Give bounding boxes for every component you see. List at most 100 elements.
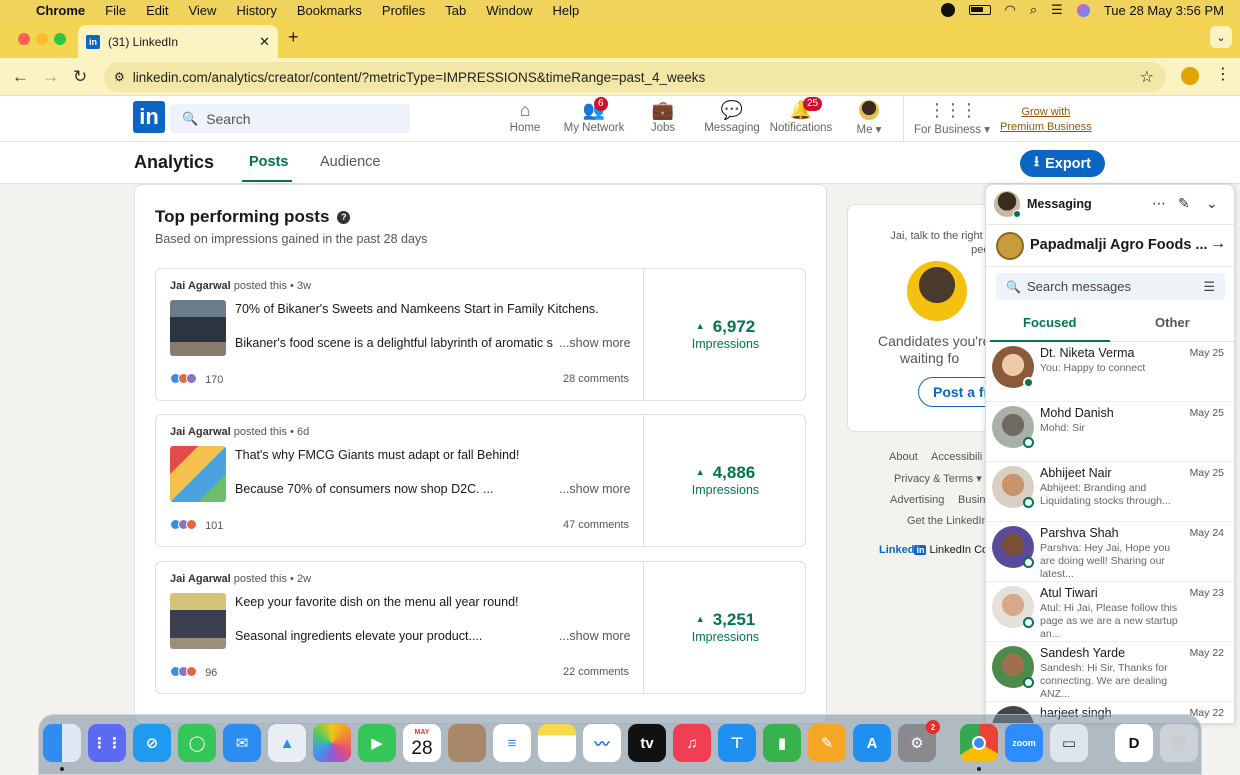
freeform-icon[interactable]: 〰 <box>583 724 621 762</box>
chrome-icon[interactable] <box>960 724 998 762</box>
menu-history[interactable]: History <box>236 3 276 18</box>
back-arrow-icon[interactable]: ← <box>12 67 29 87</box>
menu-help[interactable]: Help <box>553 3 580 18</box>
nav-home[interactable]: ⌂ Home <box>507 100 543 134</box>
address-bar[interactable]: ⚙ linkedin.com/analytics/creator/content… <box>104 62 1166 92</box>
post-author[interactable]: Jai Agarwal <box>170 280 231 292</box>
wifi-icon[interactable]: ◠ <box>1005 2 1016 18</box>
forward-arrow-icon[interactable]: → <box>42 67 59 87</box>
impressions-stat[interactable]: ▲ 3,251 Impressions <box>644 610 807 644</box>
zoom-window-button[interactable] <box>54 33 66 45</box>
nav-my-network[interactable]: 👥 6 My Network <box>562 97 626 134</box>
post-headline[interactable]: That's why FMCG Giants must adapt or fal… <box>235 448 519 462</box>
menu-chrome[interactable]: Chrome <box>36 3 85 18</box>
reminders-icon[interactable]: ≡ <box>493 724 531 762</box>
linkedin-logo-icon[interactable]: in <box>133 101 165 133</box>
launchpad-icon[interactable]: ⋮⋮ <box>88 724 126 762</box>
post-author[interactable]: Jai Agarwal <box>170 426 231 438</box>
site-settings-icon[interactable]: ⚙ <box>114 70 125 84</box>
footer-advertising-link[interactable]: Advertising <box>890 494 944 506</box>
menu-tab[interactable]: Tab <box>445 3 466 18</box>
conversation-item[interactable]: Abhijeet Nair May 25 Abhijeet: Branding … <box>986 462 1234 522</box>
premium-upsell-link[interactable]: Grow with Premium Business <box>1000 105 1092 135</box>
nav-notifications[interactable]: 🔔 25 Notifications <box>769 97 833 134</box>
tab-focused[interactable]: Focused <box>1023 315 1076 330</box>
conversation-item[interactable]: Atul Tiwari May 23 Atul: Hi Jai, Please … <box>986 582 1234 642</box>
app-store-icon[interactable]: A <box>853 724 891 762</box>
menu-window[interactable]: Window <box>486 3 532 18</box>
post-item[interactable]: Jai Agarwal posted this • 6d That's why … <box>155 414 806 547</box>
tab-posts[interactable]: Posts <box>249 154 289 170</box>
menu-view[interactable]: View <box>188 3 216 18</box>
chrome-menu-icon[interactable]: ⋮ <box>1215 64 1231 84</box>
clock-datetime[interactable]: Tue 28 May 3:56 PM <box>1104 3 1224 18</box>
reactions-count[interactable]: 101 <box>170 519 223 533</box>
grammarly-icon[interactable] <box>940 3 955 17</box>
pages-icon[interactable]: ✎ <box>808 724 846 762</box>
conversation-item[interactable]: Parshva Shah May 24 Parshva: Hey Jai, Ho… <box>986 522 1234 582</box>
messaging-header[interactable]: Messaging ⋯ ✎ ⌄ <box>986 185 1234 225</box>
post-item[interactable]: Jai Agarwal posted this • 2w Keep your f… <box>155 561 806 694</box>
show-more-link[interactable]: ...show more <box>559 336 631 350</box>
music-icon[interactable]: ♫ <box>673 724 711 762</box>
finder-icon[interactable] <box>43 724 81 762</box>
minimize-window-button[interactable] <box>36 33 48 45</box>
spotlight-icon[interactable]: ⌕ <box>1030 2 1037 18</box>
reload-icon[interactable]: ↻ <box>73 67 87 87</box>
search-messages-input[interactable]: 🔍 Search messages ☰ <box>996 273 1225 300</box>
new-tab-icon[interactable]: + <box>288 27 299 48</box>
facetime-icon[interactable]: ▶ <box>358 724 396 762</box>
impressions-stat[interactable]: ▲ 6,972 Impressions <box>644 317 807 351</box>
arrow-right-icon[interactable]: → <box>1210 235 1226 253</box>
post-body[interactable]: Seasonal ingredients elevate your produc… <box>235 629 553 643</box>
filter-icon[interactable]: ☰ <box>1203 279 1215 295</box>
impressions-stat[interactable]: ▲ 4,886 Impressions <box>644 463 807 497</box>
pinned-page-inbox[interactable]: Papadmalji Agro Foods ... → <box>986 225 1234 267</box>
photos-icon[interactable] <box>313 724 351 762</box>
tab-audience[interactable]: Audience <box>320 154 380 170</box>
apple-tv-icon[interactable]: tv <box>628 724 666 762</box>
post-body[interactable]: Because 70% of consumers now shop D2C. .… <box>235 482 553 496</box>
browser-tab-linkedin[interactable]: in (31) LinkedIn ✕ <box>78 25 278 58</box>
zoom-icon[interactable]: zoom <box>1005 724 1043 762</box>
messages-icon[interactable]: ◯ <box>178 724 216 762</box>
numbers-icon[interactable]: ▮ <box>763 724 801 762</box>
menu-edit[interactable]: Edit <box>146 3 168 18</box>
close-window-button[interactable] <box>18 33 30 45</box>
preview-icon[interactable]: ▭ <box>1050 724 1088 762</box>
nav-messaging[interactable]: 💬 Messaging <box>703 100 761 134</box>
footer-about-link[interactable]: About <box>889 451 918 463</box>
comments-count[interactable]: 28 comments <box>563 373 629 385</box>
export-button[interactable]: ⭳ Export <box>1020 150 1105 177</box>
post-body[interactable]: Bikaner's food scene is a delightful lab… <box>235 336 553 350</box>
trash-icon[interactable]: 🗑 <box>1160 724 1198 762</box>
menu-bookmarks[interactable]: Bookmarks <box>297 3 362 18</box>
post-headline[interactable]: 70% of Bikaner's Sweets and Namkeens Sta… <box>235 302 599 316</box>
nav-jobs[interactable]: 💼 Jobs <box>648 100 678 134</box>
post-headline[interactable]: Keep your favorite dish on the menu all … <box>235 595 519 609</box>
close-tab-icon[interactable]: ✕ <box>259 34 270 50</box>
conversation-item[interactable]: Dt. Niketa Verma May 25 You: Happy to co… <box>986 342 1234 402</box>
control-center-icon[interactable]: ☰ <box>1051 2 1063 18</box>
conversation-item[interactable]: Sandesh Yarde May 22 Sandesh: Hi Sir, Th… <box>986 642 1234 702</box>
compose-icon[interactable]: ✎ <box>1178 195 1190 212</box>
post-thumbnail[interactable] <box>170 593 226 649</box>
siri-icon[interactable] <box>1076 3 1090 17</box>
post-author[interactable]: Jai Agarwal <box>170 573 231 585</box>
safari-icon[interactable]: ⊘ <box>133 724 171 762</box>
post-thumbnail[interactable] <box>170 446 226 502</box>
tab-other[interactable]: Other <box>1155 315 1190 330</box>
profile-avatar-icon[interactable] <box>1181 67 1199 85</box>
footer-accessibility-link[interactable]: Accessibili <box>931 451 982 463</box>
footer-get-app-link[interactable]: Get the LinkedIn <box>907 515 988 527</box>
comments-count[interactable]: 22 comments <box>563 666 629 678</box>
conversation-item[interactable]: Mohd Danish May 25 Mohd: Sir <box>986 402 1234 462</box>
url-text[interactable]: linkedin.com/analytics/creator/content/?… <box>133 70 706 85</box>
bookmark-star-icon[interactable]: ☆ <box>1140 67 1154 87</box>
mail-icon[interactable]: ✉ <box>223 724 261 762</box>
keynote-icon[interactable]: ⊤ <box>718 724 756 762</box>
calendar-icon[interactable]: MAY 28 <box>403 724 441 762</box>
maps-icon[interactable]: ▲ <box>268 724 306 762</box>
system-settings-icon[interactable]: ⚙ 2 <box>898 720 940 762</box>
footer-privacy-link[interactable]: Privacy & Terms ▾ <box>894 472 982 485</box>
